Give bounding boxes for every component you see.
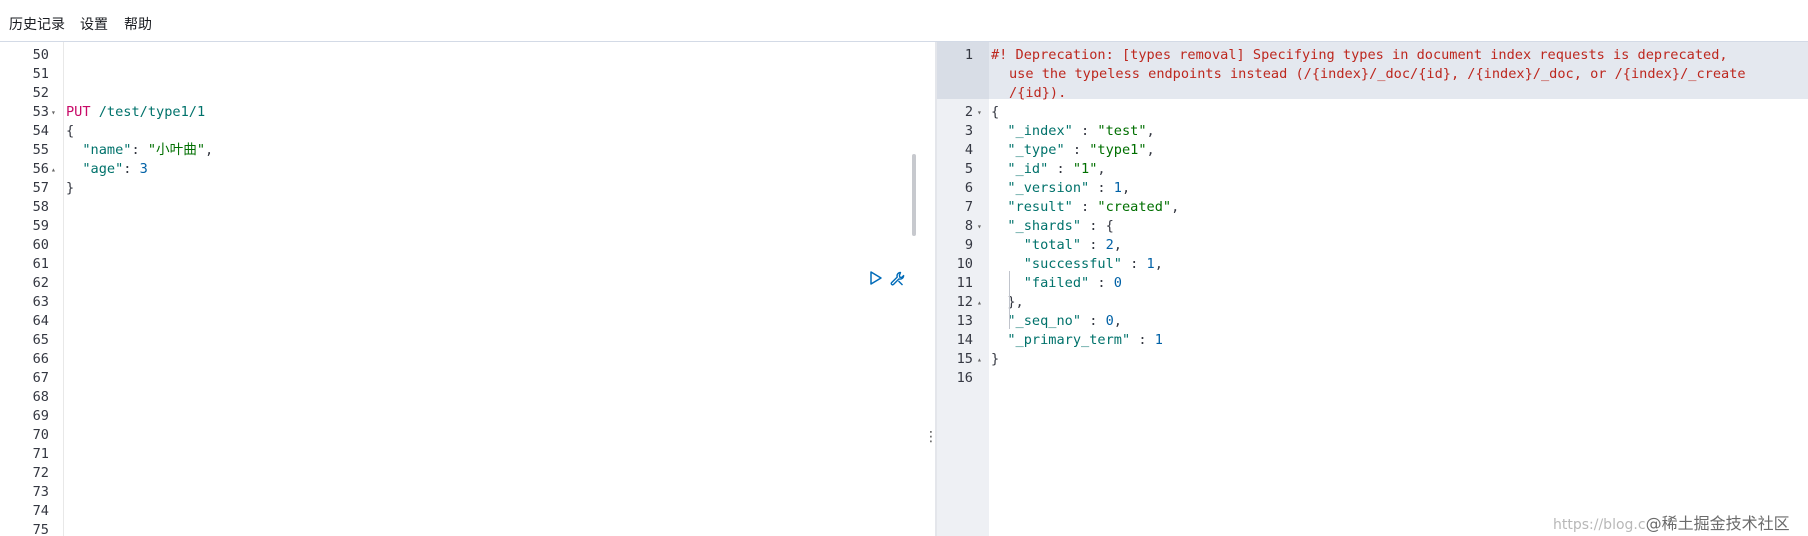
request-editor[interactable]: 50 51 52 PUT /test/type1/1 53 ▾ { 54 "nam…: [0, 42, 935, 536]
line-number: 68: [32, 389, 49, 405]
line-number: 60: [32, 237, 49, 253]
indent-guide: [1009, 271, 1010, 329]
response-field-shards: "_shards" : {: [1007, 218, 1114, 234]
response-field-total: "total" : 2,: [1023, 237, 1122, 253]
watermark-brand: @稀土掘金技术社区: [1645, 514, 1790, 533]
line-number: 1: [964, 47, 973, 63]
fold-toggle-icon[interactable]: ▴: [51, 160, 56, 179]
line-number: 69: [32, 408, 49, 424]
response-field-result: "result" : "created",: [1007, 199, 1180, 215]
line-number: 9: [964, 237, 973, 253]
line-number: 54: [32, 123, 49, 139]
line-number: 70: [32, 427, 49, 443]
line-number: 51: [32, 66, 49, 82]
line-number: 6: [964, 180, 973, 196]
fold-toggle-icon[interactable]: ▾: [977, 103, 982, 122]
line-number: 64: [32, 313, 49, 329]
line-number: 3: [964, 123, 973, 139]
fold-toggle-icon[interactable]: ▾: [977, 217, 982, 236]
vertical-ellipsis-icon[interactable]: ⋮: [924, 430, 938, 444]
line-number: 10: [956, 256, 973, 272]
line-number: 11: [956, 275, 973, 291]
response-field-version: "_version" : 1,: [1007, 180, 1131, 196]
line-number: 4: [964, 142, 973, 158]
line-number: 15: [956, 351, 973, 367]
line-number: 56: [32, 161, 49, 177]
response-field-index: "_index" : "test",: [1007, 123, 1155, 139]
deprecation-warning-cont: /{id}).: [1009, 85, 1067, 101]
response-viewer: 1 #! Deprecation: [types removal] Specif…: [937, 42, 1808, 536]
fold-toggle-icon[interactable]: ▴: [977, 293, 982, 312]
response-field-failed: "failed" : 0: [1023, 275, 1122, 291]
line-number: 16: [956, 370, 973, 386]
menu-settings[interactable]: 设置: [80, 14, 108, 34]
line-number: 14: [956, 332, 973, 348]
line-number: 66: [32, 351, 49, 367]
editor-scrollbar-thumb[interactable]: [912, 154, 916, 236]
line-number: 57: [32, 180, 49, 196]
menu-help[interactable]: 帮助: [124, 14, 152, 34]
line-number: 12: [956, 294, 973, 310]
response-field-successful: "successful" : 1,: [1023, 256, 1163, 272]
line-number: 71: [32, 446, 49, 462]
response-field-seq-no: "_seq_no" : 0,: [1007, 313, 1122, 329]
line-number: 65: [32, 332, 49, 348]
watermark-url: https://blog.c: [1553, 517, 1646, 533]
fold-toggle-icon[interactable]: ▾: [51, 103, 56, 122]
line-number: 53: [32, 104, 49, 120]
line-number: 58: [32, 199, 49, 215]
line-number: 8: [964, 218, 973, 234]
play-icon[interactable]: [869, 270, 883, 290]
line-number: 52: [32, 85, 49, 101]
top-menu-bar: 历史记录 设置 帮助: [0, 0, 1808, 42]
response-field-id: "_id" : "1",: [1007, 161, 1106, 177]
menu-history[interactable]: 历史记录: [9, 14, 65, 34]
line-number: 63: [32, 294, 49, 310]
line-number: 50: [32, 47, 49, 63]
wrench-icon[interactable]: [889, 270, 907, 292]
line-number: 72: [32, 465, 49, 481]
line-number: 13: [956, 313, 973, 329]
line-number: 74: [32, 503, 49, 519]
response-field-type: "_type" : "type1",: [1007, 142, 1155, 158]
line-number: 75: [32, 522, 49, 536]
line-number: 2: [964, 104, 973, 120]
deprecation-warning: #! Deprecation: [types removal] Specifyi…: [991, 47, 1728, 63]
line-number: 61: [32, 256, 49, 272]
line-number: 59: [32, 218, 49, 234]
watermark: https://blog.c@稀土掘金技术社区: [1553, 510, 1790, 534]
fold-toggle-icon[interactable]: ▴: [977, 350, 982, 369]
deprecation-warning-cont: use the typeless endpoints instead (/{in…: [1009, 66, 1746, 82]
line-number: 5: [964, 161, 973, 177]
line-number: 7: [964, 199, 973, 215]
line-number: 55: [32, 142, 49, 158]
line-number: 67: [32, 370, 49, 386]
line-number: 73: [32, 484, 49, 500]
line-number: 62: [32, 275, 49, 291]
response-field-primary-term: "_primary_term" : 1: [1007, 332, 1163, 348]
